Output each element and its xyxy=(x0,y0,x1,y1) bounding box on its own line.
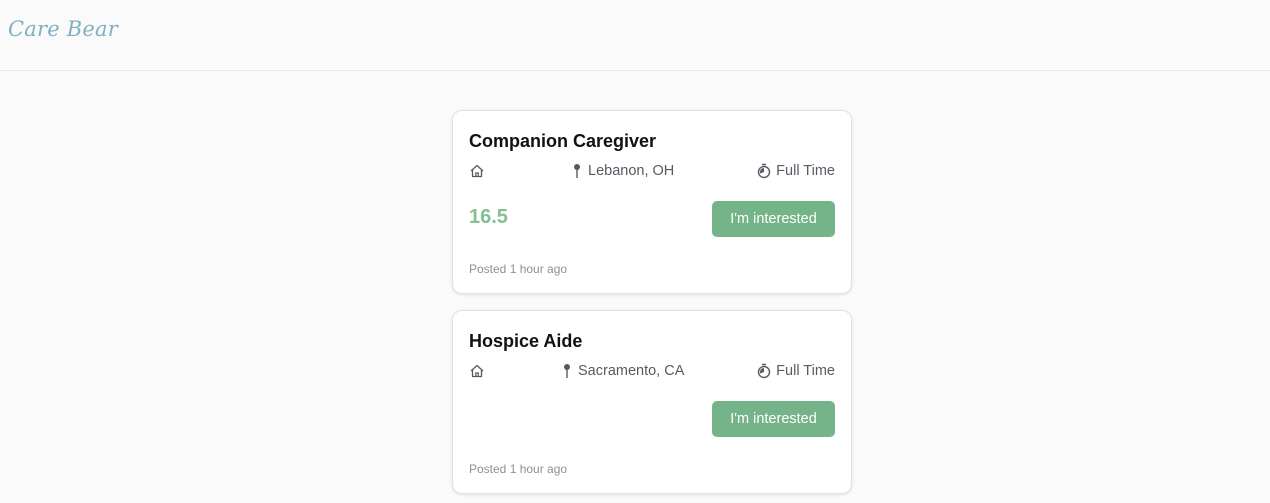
job-location: Lebanon, OH xyxy=(572,162,674,180)
posted-time: Posted 1 hour ago xyxy=(469,262,568,276)
job-card[interactable]: Companion Caregiver Lebanon, OH Full Tim… xyxy=(452,110,852,294)
job-type-label: Full Time xyxy=(776,363,835,379)
posted-time: Posted 1 hour ago xyxy=(469,462,568,476)
home-icon xyxy=(470,364,484,378)
job-location: Sacramento, CA xyxy=(562,362,684,380)
job-type: Full Time xyxy=(757,362,835,380)
im-interested-button[interactable]: I'm interested xyxy=(712,401,835,437)
home-icon xyxy=(470,164,484,178)
job-title: Companion Caregiver xyxy=(469,131,657,151)
brand-logo-text[interactable]: Care Bear xyxy=(8,17,118,41)
map-pin-icon xyxy=(574,164,580,178)
stopwatch-icon xyxy=(757,363,771,379)
stopwatch-icon xyxy=(757,163,771,179)
job-type-label: Full Time xyxy=(776,163,835,179)
location-label: Lebanon, OH xyxy=(588,163,675,179)
location-label: Sacramento, CA xyxy=(578,363,685,379)
job-card[interactable]: Hospice Aide Sacramento, CA Full Time I'… xyxy=(452,310,852,494)
job-title: Hospice Aide xyxy=(469,331,583,351)
job-type: Full Time xyxy=(757,162,835,180)
top-header: Care Bear xyxy=(0,0,1270,71)
pay-rate: 16.5 xyxy=(469,206,508,228)
map-pin-icon xyxy=(564,364,570,378)
im-interested-button[interactable]: I'm interested xyxy=(712,201,835,237)
